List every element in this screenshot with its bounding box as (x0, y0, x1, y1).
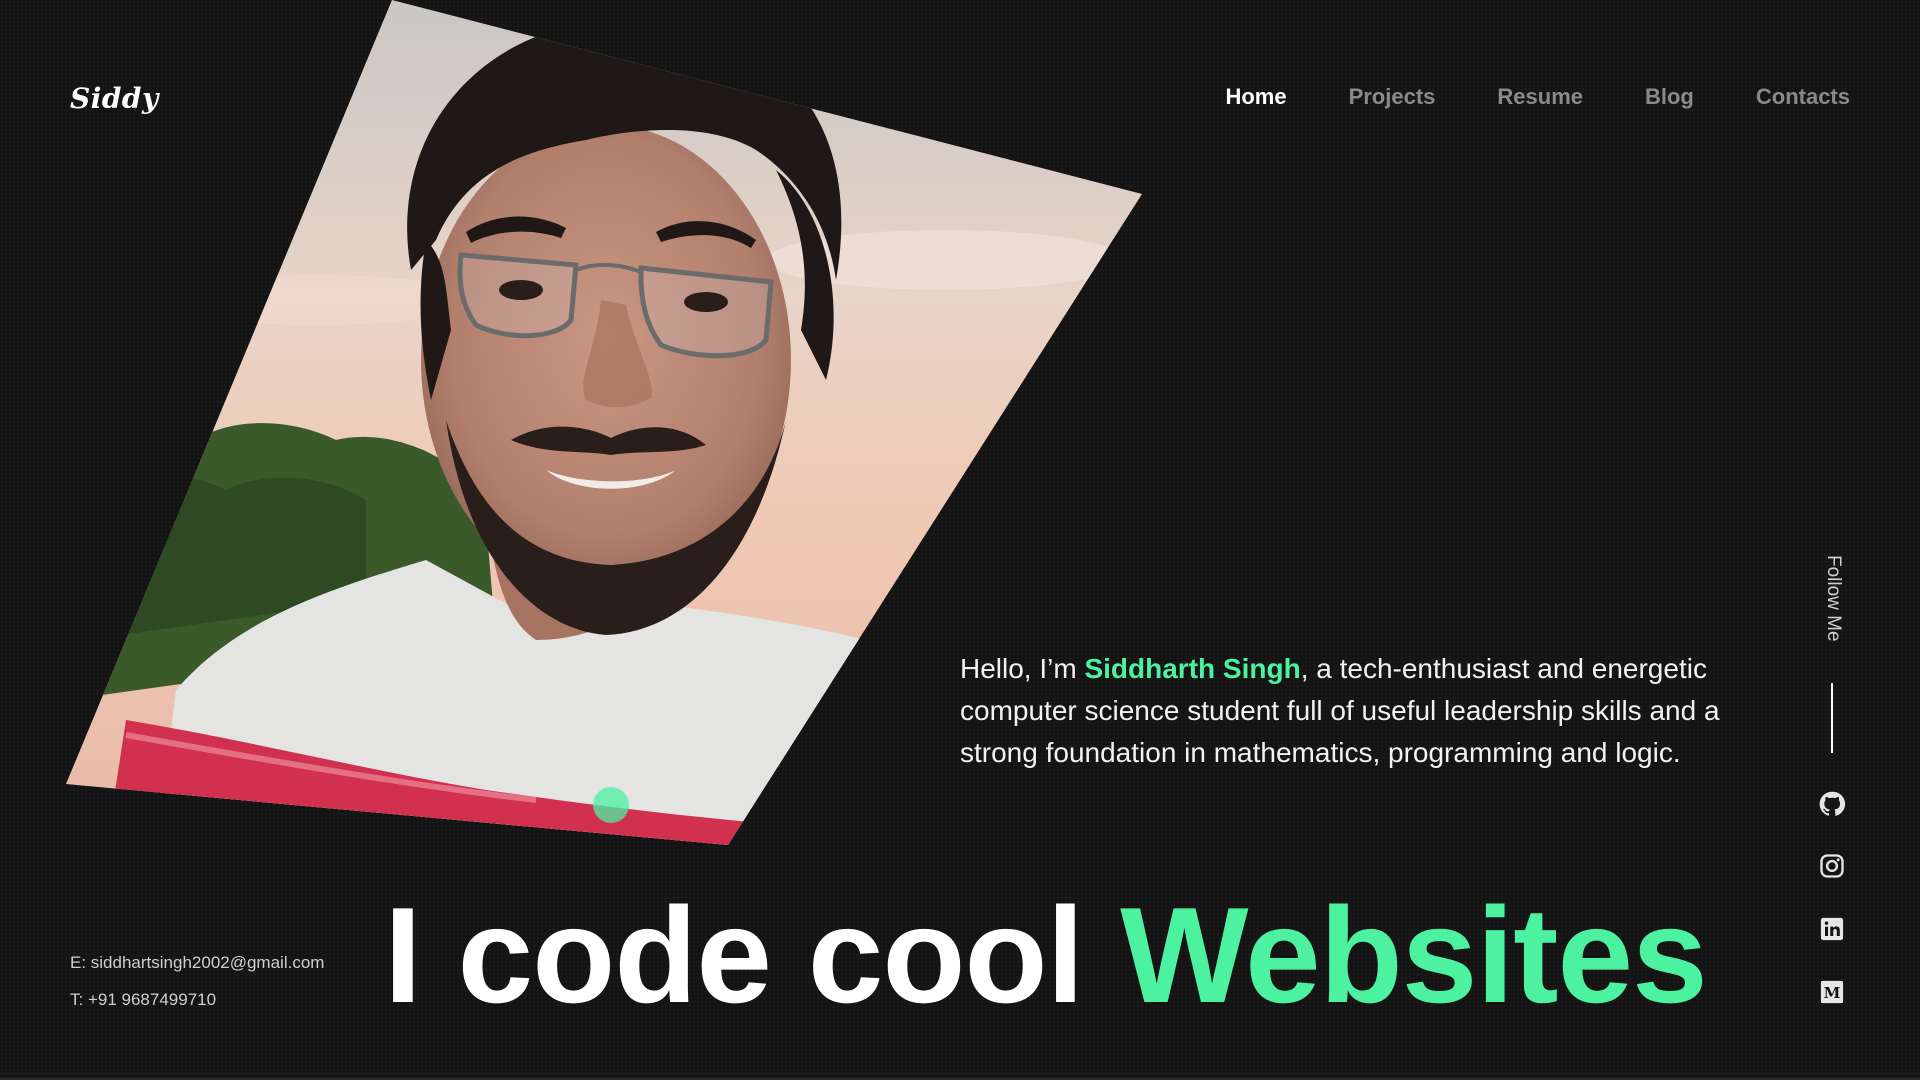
github-icon[interactable] (1818, 790, 1846, 818)
headline-accent: Websites (1120, 879, 1708, 1031)
linkedin-icon[interactable] (1818, 915, 1846, 943)
nav-blog[interactable]: Blog (1645, 84, 1694, 110)
instagram-icon[interactable] (1818, 852, 1846, 880)
main-nav: Home Projects Resume Blog Contacts (1225, 84, 1850, 110)
contact-phone[interactable]: T: +91 9687499710 (70, 981, 324, 1018)
svg-text:M: M (1824, 984, 1841, 1002)
headline-main: I code cool (384, 879, 1121, 1031)
intro-prefix: Hello, I’m (960, 653, 1085, 684)
contact-email[interactable]: E: siddhartsingh2002@gmail.com (70, 944, 324, 981)
social-sidebar: Follow Me M (1806, 555, 1858, 1015)
intro-text: Hello, I’m Siddharth Singh, a tech-enthu… (960, 648, 1750, 774)
nav-projects[interactable]: Projects (1349, 84, 1436, 110)
nav-home[interactable]: Home (1225, 84, 1286, 110)
nav-contacts[interactable]: Contacts (1756, 84, 1850, 110)
follow-me-label: Follow Me (1823, 555, 1844, 642)
intro-name: Siddharth Singh (1084, 653, 1301, 684)
nav-resume[interactable]: Resume (1497, 84, 1583, 110)
contact-info: E: siddhartsingh2002@gmail.com T: +91 96… (70, 944, 324, 1018)
follow-divider (1831, 683, 1833, 753)
medium-icon[interactable]: M (1818, 978, 1846, 1006)
headline: I code cool Websites (384, 879, 1708, 1031)
